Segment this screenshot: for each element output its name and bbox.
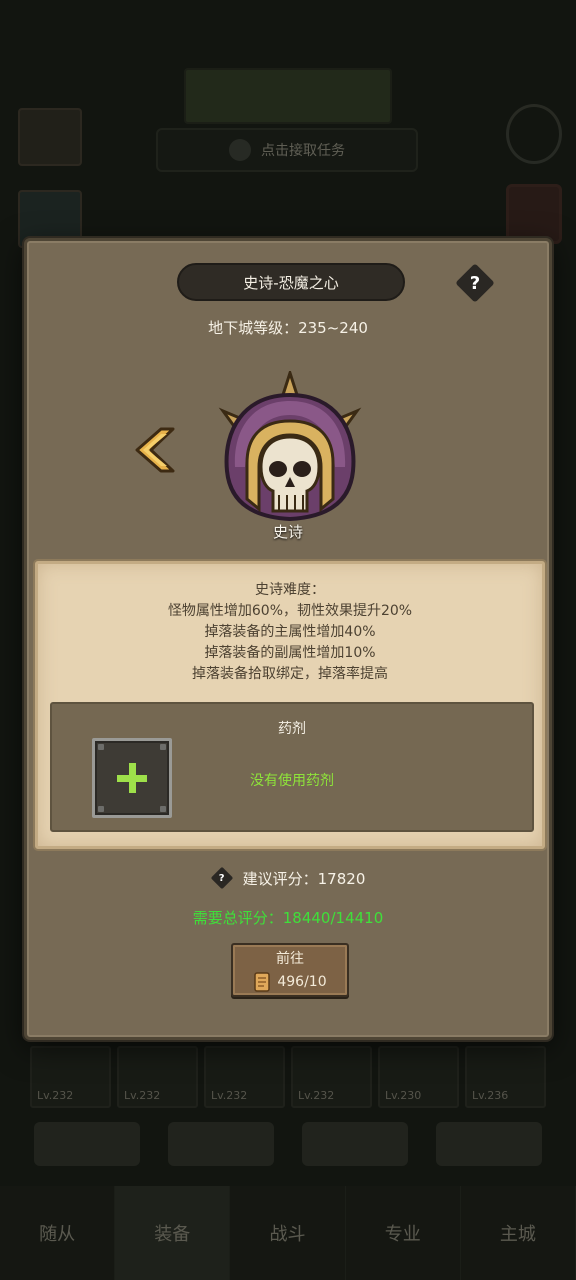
background-button [168,1122,274,1166]
dungeon-dialog: 史诗-恐魔之心 ? 地下城等级：235~240 史诗 史诗难度： 怪物属性增加6 [24,238,552,1040]
background-chest-icon [506,184,562,244]
background-button [302,1122,408,1166]
background-button-row [34,1122,542,1166]
difficulty-line: 掉落装备的副属性增加10% [204,645,376,661]
background-menu-icon [18,108,82,166]
difficulty-tag: 史诗 [272,523,303,541]
background-task-bar: 点击接取任务 [156,128,418,172]
rivet [160,744,166,750]
go-button[interactable]: 前往 496/10 [231,943,349,997]
score-help-button[interactable]: ? [210,866,233,890]
difficulty-line: 掉落装备拾取绑定，掉落率提高 [192,666,388,682]
equipment-slot: Lv.230 [378,1046,459,1108]
dialog-title: 史诗-恐魔之心 [177,263,405,301]
difficulty-heading: 史诗难度： [255,582,325,598]
nav-item-profession: 专业 [346,1186,461,1280]
scroll-icon [254,972,271,992]
equipment-slot: Lv.232 [30,1046,111,1108]
help-button[interactable]: ? [455,263,495,303]
nav-item-equipment: 装备 [115,1186,231,1280]
equipment-slot: Lv.232 [204,1046,285,1108]
ticket-count: 496/10 [277,974,327,990]
task-icon [229,139,251,161]
difficulty-description: 史诗难度： 怪物属性增加60%，韧性效果提升20% 掉落装备的主属性增加40% … [38,580,542,685]
background-button [436,1122,542,1166]
rivet [98,744,104,750]
potion-title: 药剂 [278,721,306,737]
background-top-panel [184,68,392,124]
background-gear-icon [506,104,562,164]
equipment-slot: Lv.232 [117,1046,198,1108]
go-button-label: 前往 [276,951,304,967]
recommended-score: 建议评分：17820 [242,869,366,888]
dungeon-level: 地下城等级：235~240 [208,319,368,337]
rivet [98,806,104,812]
skull-helmet-icon [218,371,362,521]
chevron-left-icon[interactable] [131,427,175,473]
no-potion-text: 没有使用药剂 [250,773,334,789]
equipment-slot: Lv.232 [291,1046,372,1108]
difficulty-line: 掉落装备的主属性增加40% [204,624,376,640]
recommended-score-row: ? 建议评分：17820 [27,866,549,890]
background-equipment-slots: Lv.232 Lv.232 Lv.232 Lv.232 Lv.230 Lv.23… [30,1046,546,1108]
equipment-slot: Lv.236 [465,1046,546,1108]
potion-panel: 药剂 没有使用药剂 [50,702,534,832]
required-score: 需要总评分：18440/14410 [192,909,384,927]
nav-item-followers: 随从 [0,1186,116,1280]
rivet [160,806,166,812]
difficulty-line: 怪物属性增加60%，韧性效果提升20% [167,603,413,619]
cost-row: 496/10 [233,971,347,993]
bottom-nav: 随从 装备 战斗 专业 主城 [0,1186,576,1280]
difficulty-parchment: 史诗难度： 怪物属性增加60%，韧性效果提升20% 掉落装备的主属性增加40% … [35,561,545,849]
background-button [34,1122,140,1166]
nav-item-battle: 战斗 [230,1186,346,1280]
nav-item-main-city: 主城 [461,1186,576,1280]
